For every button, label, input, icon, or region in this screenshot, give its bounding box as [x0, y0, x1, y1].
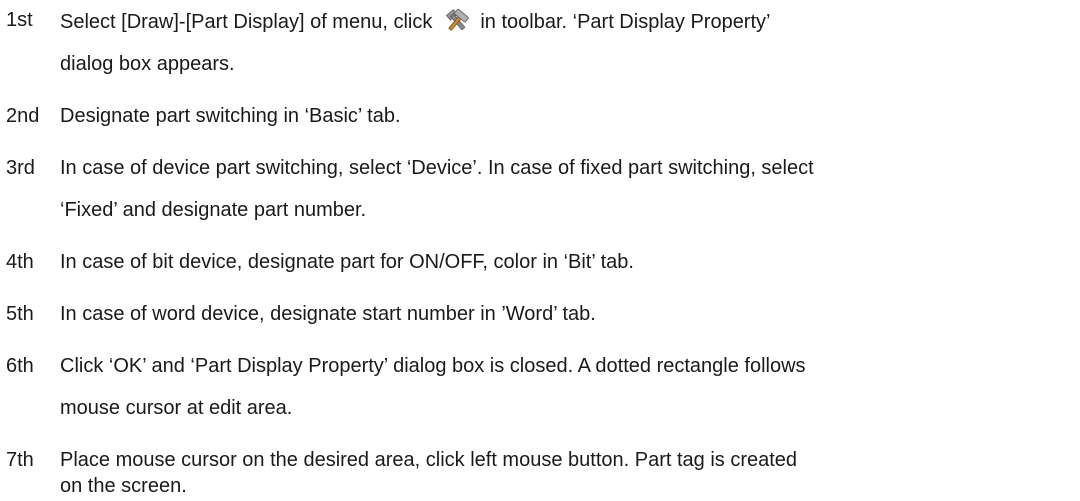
step-text-before-icon: Select [Draw]-[Part Display] of menu, cl…: [60, 11, 433, 33]
step-text: In case of word device, designate start …: [60, 303, 596, 325]
step-number: 1st: [6, 9, 33, 31]
step-text-continuation: dialog box appears.: [60, 53, 235, 75]
step-text: In case of bit device, designate part fo…: [60, 251, 634, 273]
step-number: 6th: [6, 355, 34, 377]
step-number: 5th: [6, 303, 34, 325]
step-text-continuation: on the screen.: [60, 475, 187, 497]
step-text: Place mouse cursor on the desired area, …: [60, 449, 798, 471]
step-text: Select [Draw]-[Part Display] of menu, cl…: [60, 8, 771, 34]
step-text-continuation: ‘Fixed’ and designate part number.: [60, 199, 367, 221]
step-number: 3rd: [6, 157, 35, 179]
part-display-tool-icon: [442, 8, 472, 34]
step-text: Designate part switching in ‘Basic’ tab.: [60, 105, 401, 127]
step-number: 7th: [6, 449, 34, 471]
step-text: In case of device part switching, select…: [60, 157, 814, 179]
step-text-after-icon: in toolbar. ‘Part Display Property’: [480, 11, 771, 33]
step-number: 2nd: [6, 105, 40, 127]
step-text: Click ‘OK’ and ‘Part Display Property’ d…: [60, 355, 806, 377]
instruction-list: 1st Select [Draw]-[Part Display] of menu…: [0, 0, 1080, 501]
step-text-continuation: mouse cursor at edit area.: [60, 397, 293, 419]
step-number: 4th: [6, 251, 34, 273]
